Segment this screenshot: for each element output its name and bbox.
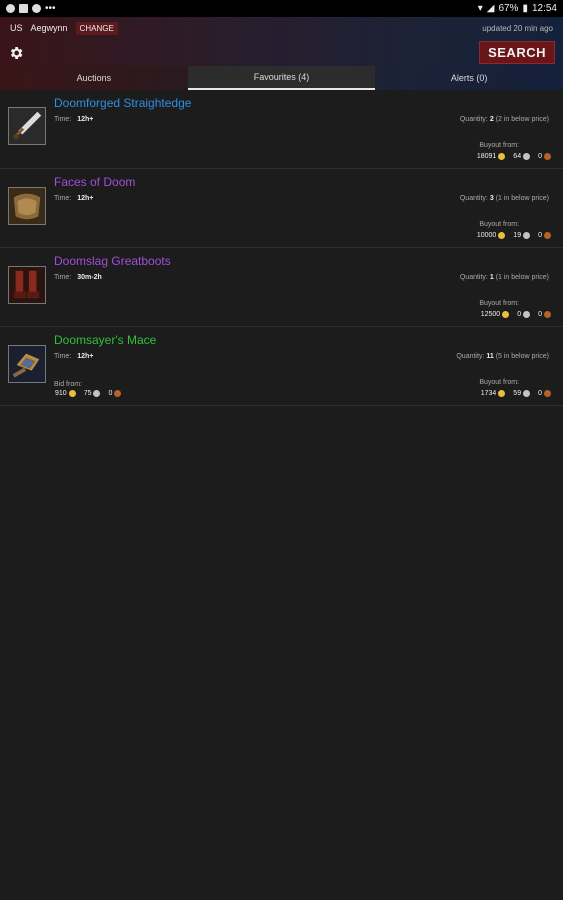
item-name: Doomslag Greatboots [54,254,171,268]
gold-coin-icon [498,153,506,160]
buyout-label: Buyout from: [479,379,519,386]
settings-gear-icon[interactable] [8,45,24,61]
gold-coin-icon [498,232,506,239]
signal-icon: ◢ [486,3,495,14]
time-left: Time: 12h+ [54,353,94,360]
more-notifications-dots: ••• [45,3,56,14]
buyout-label: Buyout from: [479,142,519,149]
silver-coin-icon [523,232,531,239]
silver-coin-icon [523,390,531,397]
tab-bar: Auctions Favourites (4) Alerts (0) [0,66,563,90]
mace-icon [8,345,46,383]
bid-label: Bid from: [54,381,83,388]
silver-coin-icon [523,311,531,318]
tab-auctions[interactable]: Auctions [0,66,188,90]
battery-percent: 67% [498,3,519,14]
list-item[interactable]: Doomslag Greatboots Time: 30m-2h Quantity… [0,248,563,327]
buyout-price: 18091 64 0 [477,153,551,160]
buyout-price: 10000 19 0 [477,232,551,239]
time-left: Time: 12h+ [54,195,94,202]
boots-icon [8,266,46,304]
image-notification-icon [19,4,28,13]
wifi-icon: ▾ [477,3,483,14]
item-name: Faces of Doom [54,175,136,189]
buyout-label: Buyout from: [479,221,519,228]
list-item[interactable]: Doomsayer's Mace Time: 12h+ Quantity: 11 … [0,327,563,406]
region-label: US [10,23,23,33]
list-item[interactable]: Faces of Doom Time: 12h+ Quantity: 3 (1 i… [0,169,563,248]
change-realm-button[interactable]: CHANGE [75,21,118,35]
time-left: Time: 30m-2h [54,274,102,281]
buyout-price: 1734 59 0 [481,390,551,397]
battery-icon: ▮ [522,3,528,14]
updated-status: updated 20 min ago [482,23,553,33]
search-button[interactable]: SEARCH [479,41,555,64]
silver-coin-icon [93,390,101,397]
sword-icon [8,107,46,145]
tab-alerts[interactable]: Alerts (0) [375,66,563,90]
app-header: US Aegwynn CHANGE updated 20 min ago SEA… [0,17,563,66]
shoulder-armor-icon [8,187,46,225]
status-bar: ••• ▾ ◢ 67% ▮ 12:54 [0,0,563,17]
gold-coin-icon [502,311,510,318]
gold-coin-icon [68,390,76,397]
buyout-label: Buyout from: [479,300,519,307]
app-notification-icon [6,4,15,13]
quantity: Quantity: 2 (2 in below price) [459,116,549,123]
copper-coin-icon [544,232,551,239]
item-name: Doomforged Straightedge [54,96,192,110]
quantity: Quantity: 3 (1 in below price) [459,195,549,202]
quantity: Quantity: 11 (5 in below price) [456,353,549,360]
gold-coin-icon [498,390,506,397]
realm-label: Aegwynn [30,23,68,33]
copper-coin-icon [114,390,122,397]
buyout-price: 12500 0 0 [481,311,551,318]
item-name: Doomsayer's Mace [54,333,157,347]
copper-coin-icon [544,390,551,397]
time-left: Time: 12h+ [54,116,94,123]
tab-favourites[interactable]: Favourites (4) [187,66,376,90]
clock: 12:54 [531,3,557,14]
bid-price: 910 75 0 [55,390,122,397]
sync-notification-icon [32,4,41,13]
favourites-list: Doomforged Straightedge Time: 12h+ Quanti… [0,90,563,406]
quantity: Quantity: 1 (1 in below price) [459,274,549,281]
copper-coin-icon [544,311,551,318]
list-item[interactable]: Doomforged Straightedge Time: 12h+ Quanti… [0,90,563,169]
copper-coin-icon [544,153,551,160]
silver-coin-icon [523,153,531,160]
